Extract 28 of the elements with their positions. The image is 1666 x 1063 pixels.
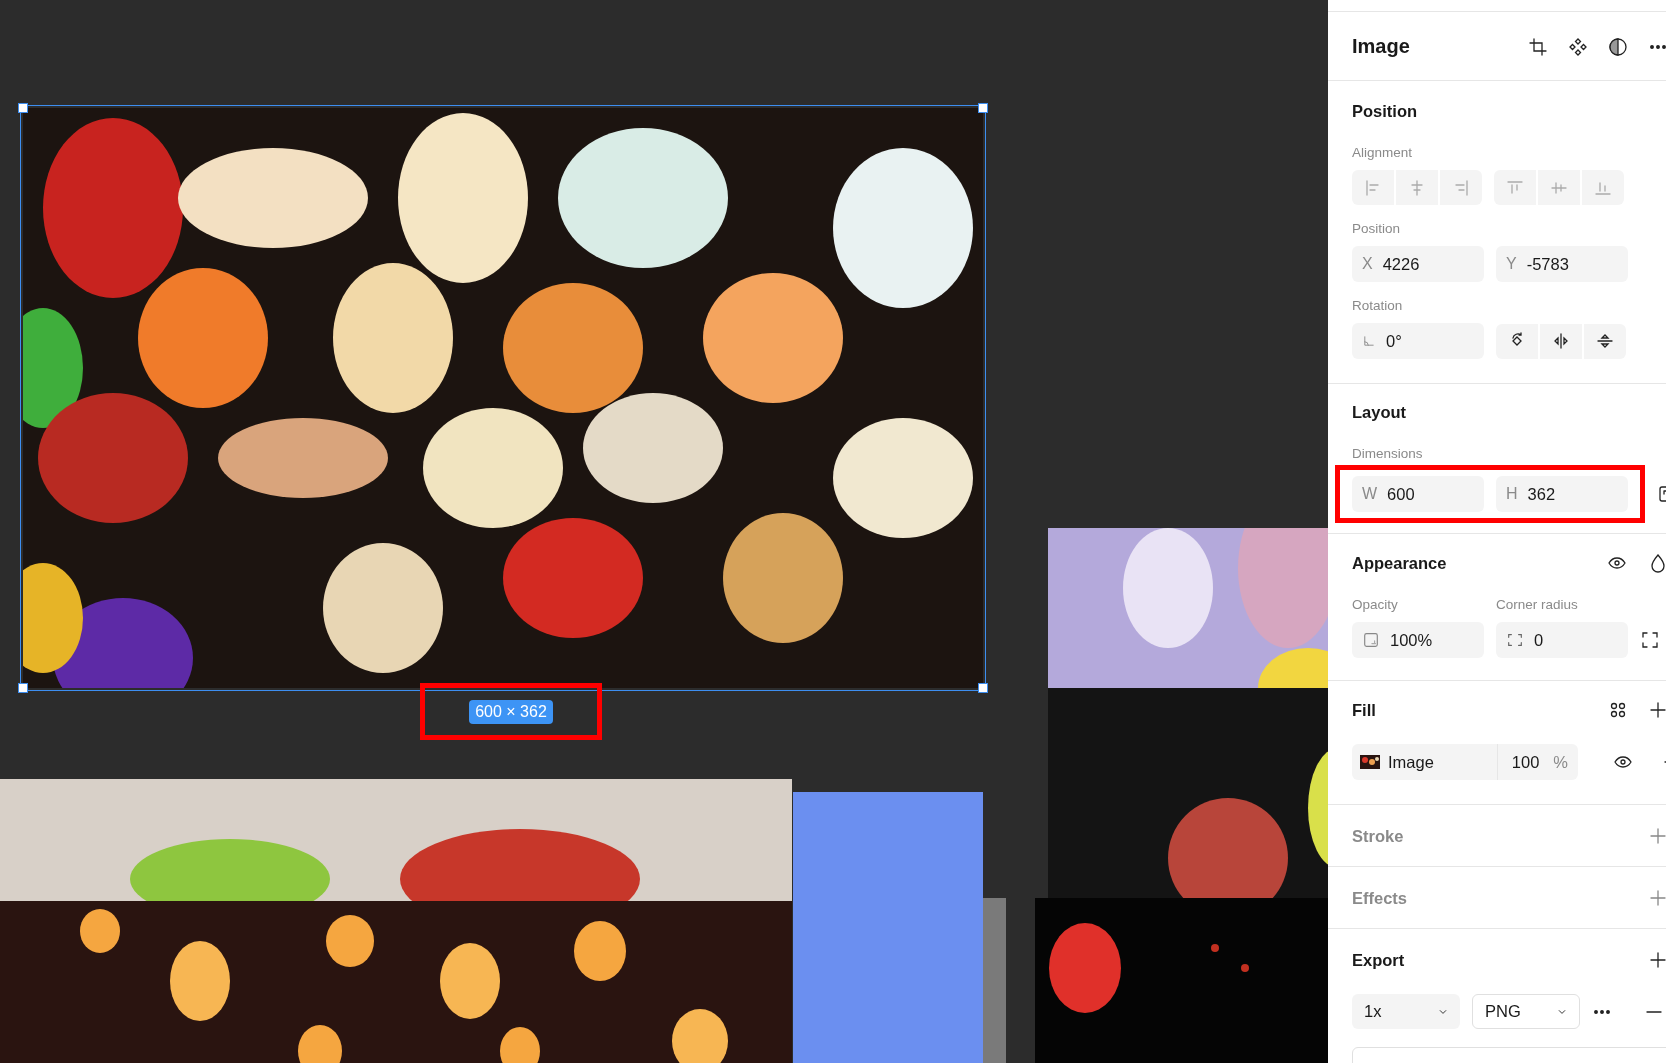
section-title: Layout <box>1352 403 1408 422</box>
section-title: Appearance <box>1352 553 1447 573</box>
y-field[interactable]: Y -5783 <box>1496 246 1628 282</box>
opacity-field[interactable]: 100% <box>1352 622 1484 658</box>
scale-select[interactable]: 1x <box>1352 994 1460 1029</box>
panel-title: Image <box>1352 35 1410 58</box>
format-select[interactable]: PNG <box>1472 994 1580 1029</box>
field-label: Opacity <box>1352 597 1399 612</box>
width-field[interactable]: W 600 <box>1352 476 1484 512</box>
percent-sign: % <box>1553 752 1568 772</box>
rotation-field[interactable]: 0° <box>1352 323 1484 359</box>
section-title: Stroke <box>1352 826 1404 846</box>
fill-amount: 100 <box>1511 752 1540 772</box>
field-label: Corner radius <box>1496 597 1578 612</box>
section-title: Export <box>1352 950 1405 970</box>
field-label: Rotation <box>1352 298 1404 313</box>
field-label: Position <box>1352 221 1402 236</box>
fill-row[interactable]: Image 100 % <box>1352 744 1578 780</box>
section-title: Position <box>1352 102 1419 121</box>
fill-name: Image <box>1388 752 1434 772</box>
field-label: Alignment <box>1352 145 1414 160</box>
section-title: Fill <box>1352 700 1376 720</box>
section-title: Effects <box>1352 888 1408 908</box>
field-label: Dimensions <box>1352 446 1424 461</box>
size-badge: 600 × 362 <box>469 699 553 724</box>
height-field[interactable]: H 362 <box>1496 476 1628 512</box>
x-field[interactable]: X 4226 <box>1352 246 1484 282</box>
corner-radius-field[interactable]: 0 <box>1496 622 1628 658</box>
